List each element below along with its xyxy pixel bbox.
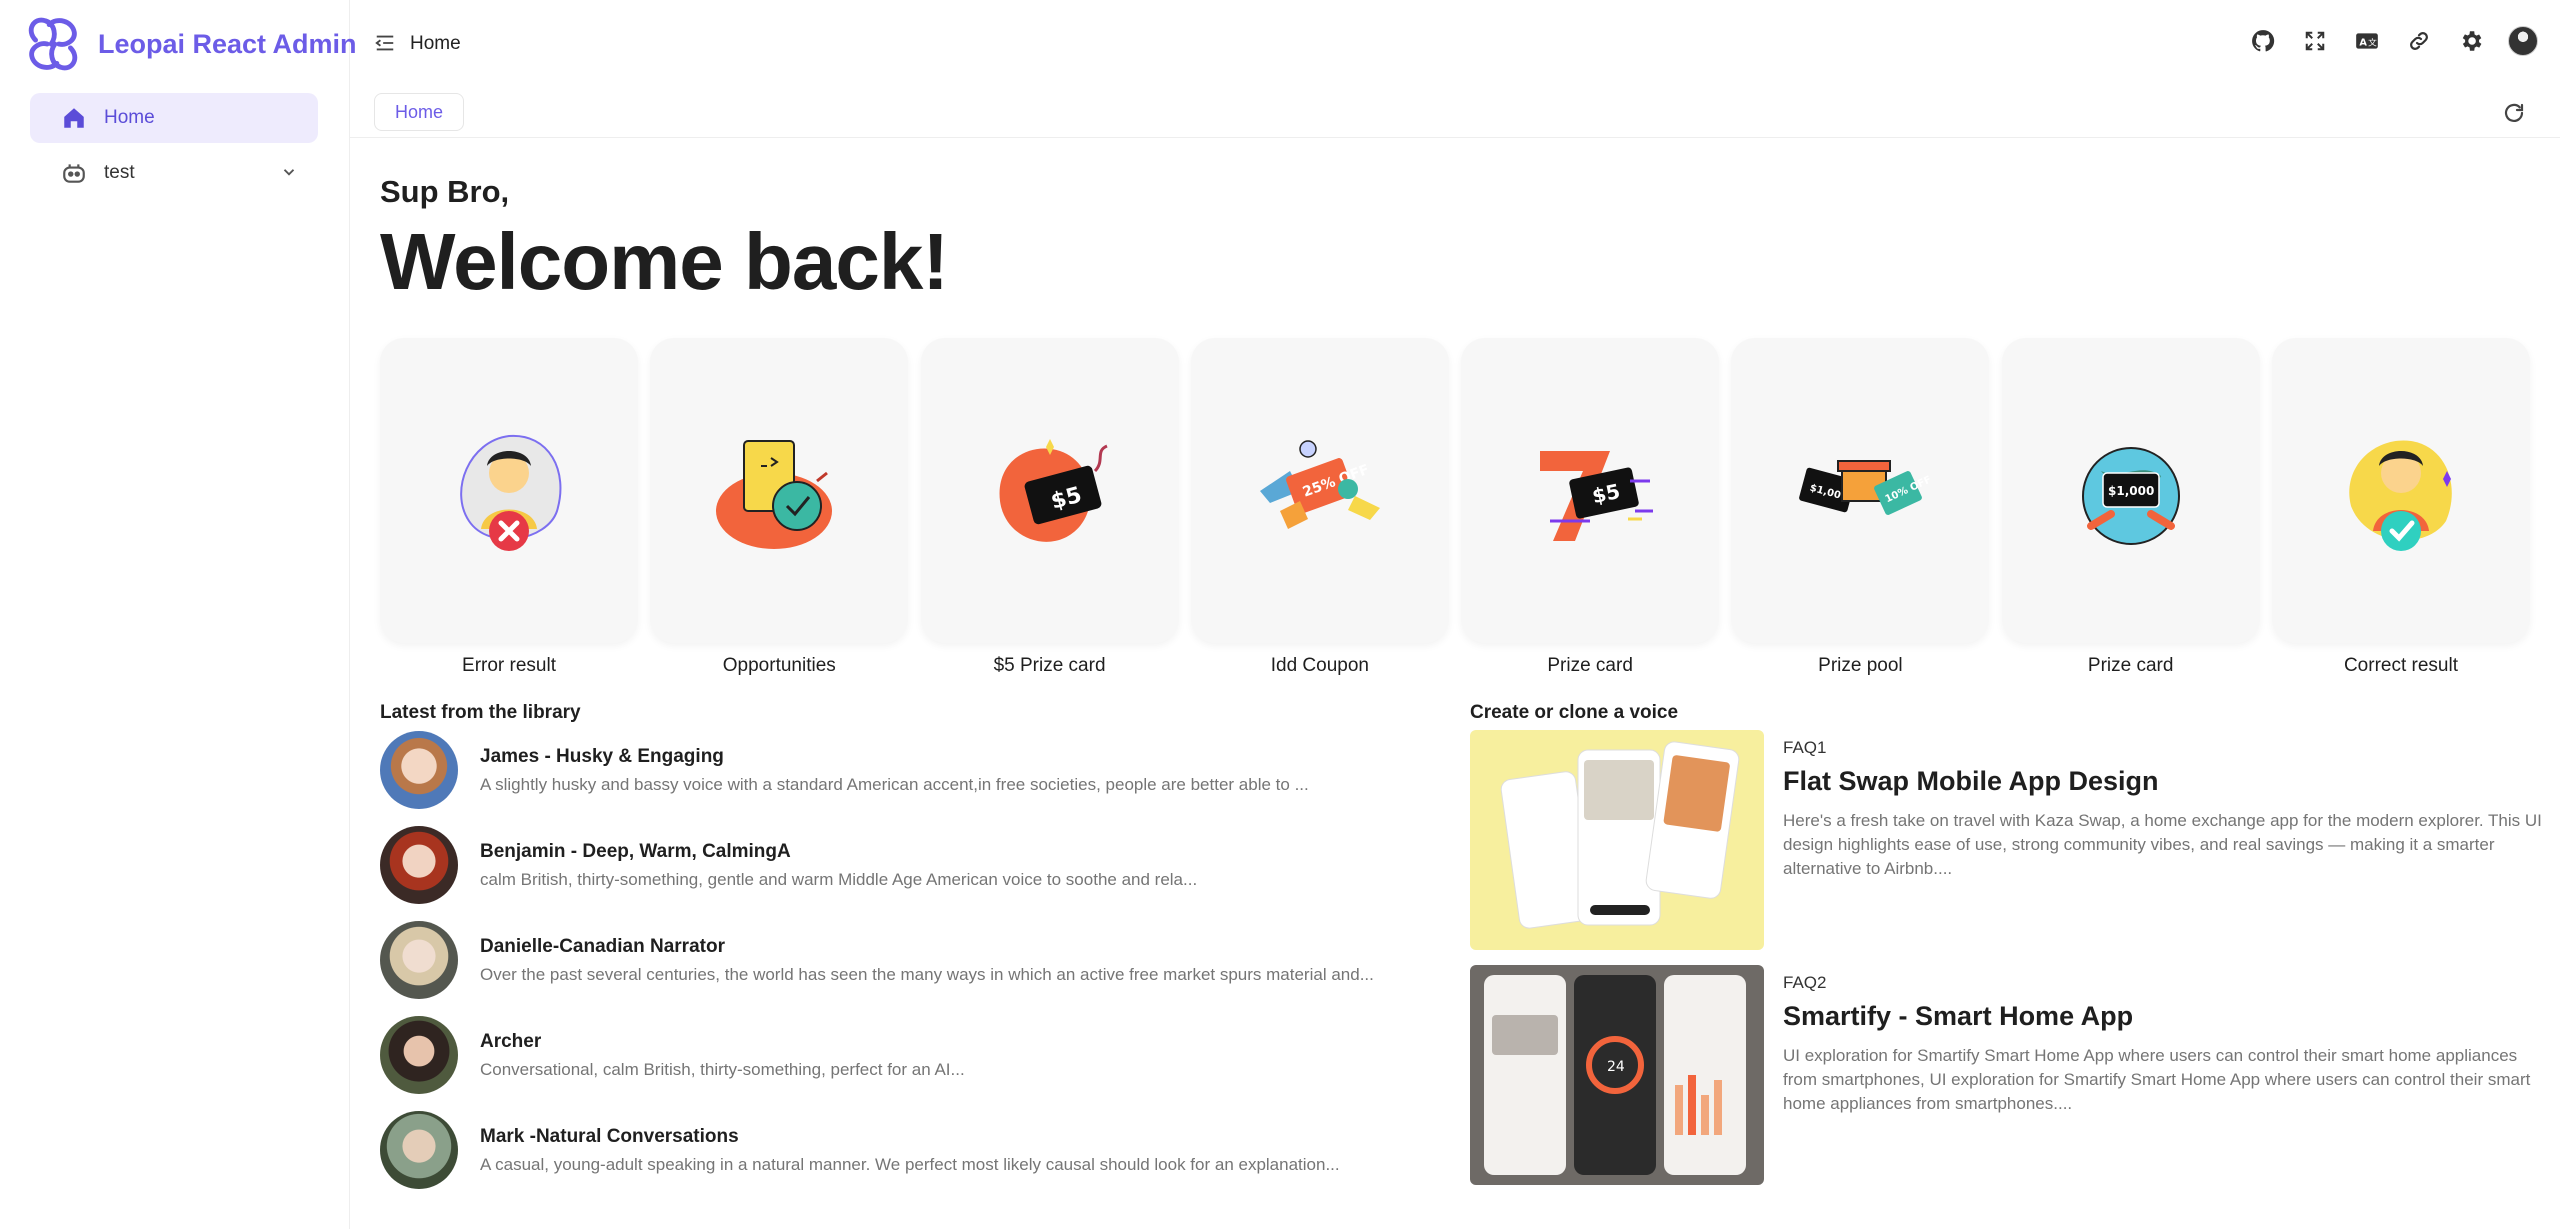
card-label: Idd Coupon [1270,655,1369,676]
list-item[interactable]: Archer Conversational, calm British, thi… [380,1015,1460,1095]
svg-text:24: 24 [1607,1059,1625,1075]
voice-section: Create or clone a voice FAQ1 Flat Swap M… [1470,702,2542,1185]
voice-description: Over the past several centuries, the wor… [480,964,1374,984]
brand-name: Leopai React Admin [98,28,357,59]
voice-description: A slightly husky and bassy voice with a … [480,774,1309,794]
sidebar-item-label: Home [104,107,155,128]
card-label: Prize pool [1818,655,1903,676]
correct-result-illustration [2349,439,2452,551]
logo-icon [28,17,78,71]
faq-card[interactable]: FAQ1 Flat Swap Mobile App Design Here's … [1470,730,2542,950]
voice-title: Create or clone a voice [1470,702,1679,723]
link-icon[interactable] [2404,26,2434,56]
voice-name: Mark -Natural Conversations [480,1125,739,1147]
home-icon [60,104,88,132]
voice-description: calm British, thirty-something, gentle a… [480,869,1198,889]
faq-title: Smartify - Smart Home App [1783,1001,2134,1031]
tab-bar: Home [350,88,2560,138]
refresh-icon[interactable] [2502,101,2526,125]
library-title: Latest from the library [380,702,581,723]
voice-name: James - Husky & Engaging [480,745,724,767]
avatar [380,921,458,999]
welcome-headline: Welcome back! [380,217,949,306]
sidebar-item-label: test [104,162,135,183]
faq-thumbnail [1470,730,1764,950]
faq-tag: FAQ2 [1783,973,1827,992]
list-item[interactable]: Benjamin - Deep, Warm, CalmingA calm Bri… [380,825,1460,905]
main-content: Sup Bro, Welcome back! Error result Oppo… [380,138,2542,1229]
avatar [380,1111,458,1189]
voice-name: Benjamin - Deep, Warm, CalmingA [480,840,791,862]
card-label: Error result [462,655,556,676]
list-item[interactable]: Mark -Natural Conversations A casual, yo… [380,1110,1460,1190]
svg-text:$1,000: $1,000 [2108,484,2154,498]
menu-fold-icon[interactable] [374,32,396,54]
sidebar: Leopai React Admin Home test [0,0,357,1229]
card-label: $5 Prize card [993,655,1106,676]
avatar [380,826,458,904]
faq-description: Here's a fresh take on travel with Kaza … [1783,811,2542,878]
opportunities-illustration [716,439,833,549]
settings-icon[interactable] [2456,26,2486,56]
header-title: Home [410,33,461,54]
coupon-illustration: 25% OFF [1259,439,1380,529]
error-result-illustration [460,434,562,551]
voice-description: A casual, young-adult speaking in a natu… [480,1154,1340,1174]
svg-text:文: 文 [2368,36,2377,48]
prize-card-illustration: $5 [999,438,1108,542]
sidebar-item-test[interactable]: test [30,148,318,198]
card-label: Correct result [2343,655,2458,676]
voice-name: Danielle-Canadian Narrator [480,935,725,957]
tab-home[interactable]: Home [374,93,465,131]
faq-title: Flat Swap Mobile App Design [1783,766,2159,796]
faq-thumbnail: 24 [1470,965,1764,1185]
card-label: Opportunities [722,655,836,676]
prize-card-globe-illustration: $1,000 [2081,446,2180,545]
list-item[interactable]: Danielle-Canadian Narrator Over the past… [380,920,1460,1000]
faq-description: UI exploration for Smartify Smart Home A… [1783,1046,2531,1113]
fullscreen-icon[interactable] [2300,26,2330,56]
voice-name: Archer [480,1030,542,1052]
prize-card-7-illustration: $5 [1540,450,1654,541]
language-icon[interactable]: A文 [2352,26,2382,56]
chevron-down-icon [283,169,295,176]
avatar [380,1016,458,1094]
github-icon[interactable] [2248,26,2278,56]
faq-tag: FAQ1 [1783,738,1827,757]
library-section: Latest from the library James - Husky & … [380,702,1460,1189]
greeting: Sup Bro, [380,174,510,209]
avatar[interactable] [2508,26,2538,56]
header-actions: A文 [2248,26,2538,56]
bot-icon [60,159,88,187]
card-label: Prize card [2087,655,2174,676]
svg-text:A: A [2359,37,2367,48]
list-item[interactable]: James - Husky & Engaging A slightly husk… [380,730,1460,810]
prize-pool-illustration: $1,000 10% OFF [1799,459,1934,515]
card-label: Prize card [1547,655,1633,676]
faq-card[interactable]: 24 FAQ2 Smartify - Smart Home App UI exp… [1470,965,2542,1185]
top-header: Home A文 [350,0,2560,88]
brand[interactable]: Leopai React Admin [22,12,357,76]
voice-description: Conversational, calm British, thirty-som… [480,1059,965,1079]
avatar [380,731,458,809]
sidebar-item-home[interactable]: Home [30,93,318,143]
